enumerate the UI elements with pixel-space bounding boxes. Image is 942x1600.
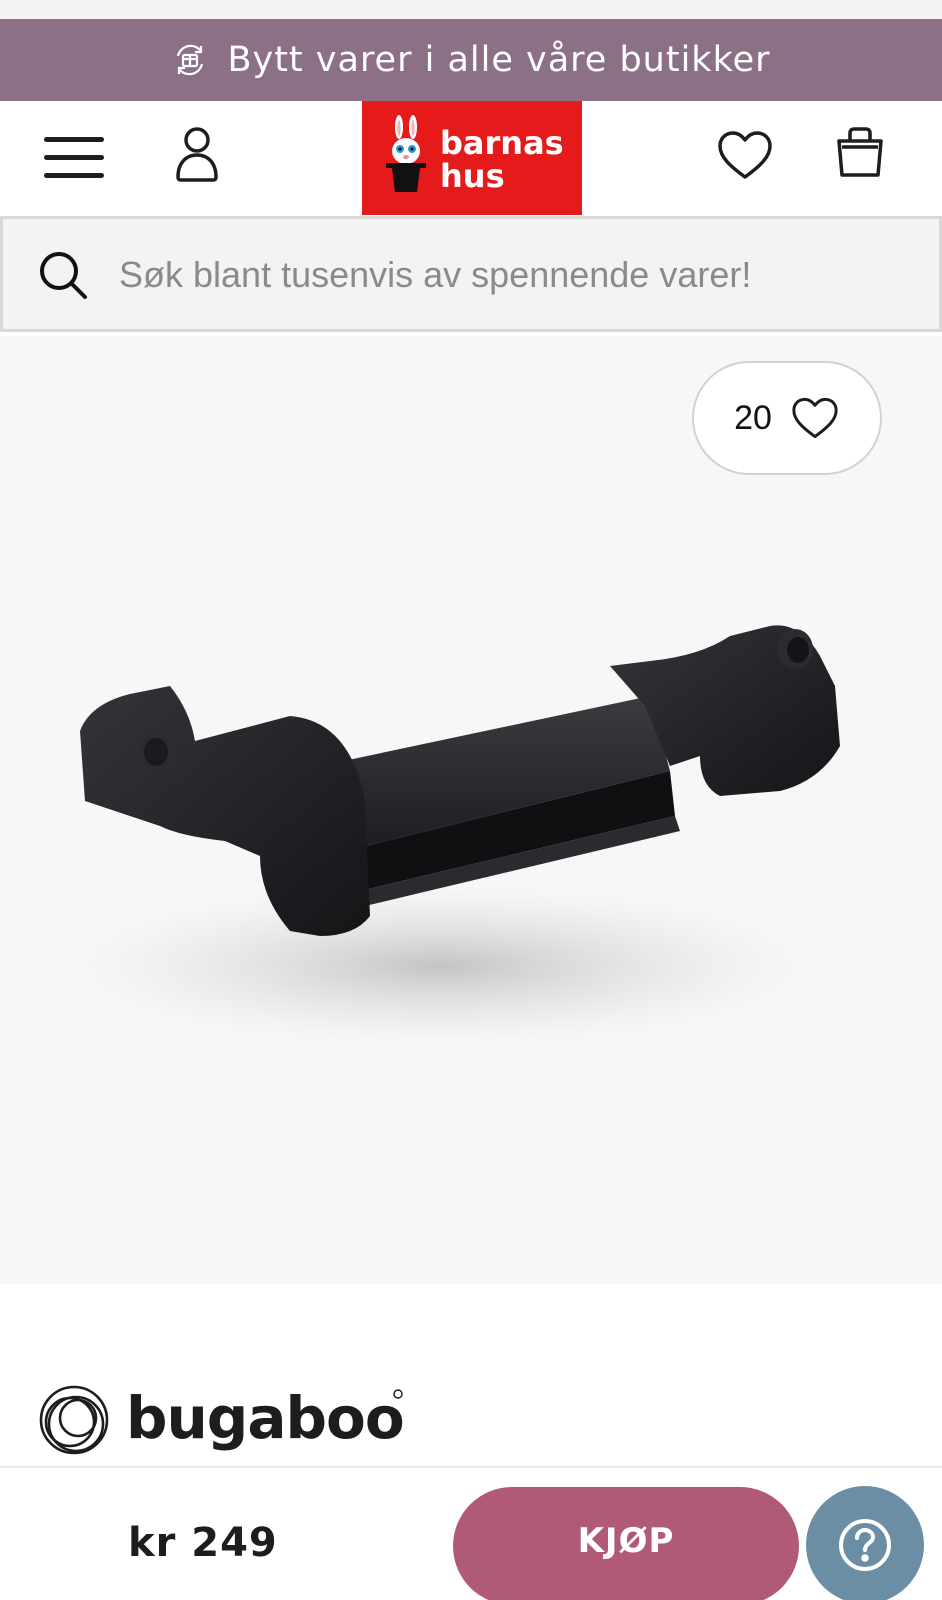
user-icon	[176, 127, 218, 182]
product-price: kr 249	[128, 1520, 278, 1566]
brand-logo[interactable]: bugaboo	[38, 1384, 408, 1460]
logo-text-line1: barnas	[440, 124, 564, 162]
brand-name: bugaboo	[126, 1384, 404, 1452]
like-button[interactable]: 20	[692, 361, 882, 475]
rabbit-logo-icon	[386, 115, 426, 192]
cart-button[interactable]	[834, 125, 886, 179]
promo-banner[interactable]: Bytt varer i alle våre butikker	[0, 19, 942, 101]
like-count: 20	[734, 398, 772, 437]
hamburger-menu-icon	[44, 137, 104, 178]
account-button[interactable]	[172, 125, 222, 183]
buy-button[interactable]: KJØP	[453, 1487, 799, 1600]
heart-outline-icon	[792, 397, 838, 439]
bugaboo-logo-icon: bugaboo	[39, 1384, 405, 1455]
exchange-icon	[171, 41, 209, 79]
product-photo	[70, 625, 840, 1046]
help-button[interactable]	[806, 1486, 924, 1600]
question-mark-icon	[839, 1519, 891, 1571]
promo-text: Bytt varer i alle våre butikker	[227, 40, 771, 80]
logo-text: barnas hus	[440, 127, 564, 193]
search-input[interactable]	[119, 243, 919, 307]
site-header: barnas hus	[0, 101, 942, 215]
product-image[interactable]	[0, 336, 942, 1284]
wishlist-button[interactable]	[716, 129, 774, 181]
status-area	[0, 0, 942, 19]
barnas-hus-logo[interactable]: barnas hus	[362, 101, 582, 215]
logo-text-line2: hus	[440, 157, 505, 195]
search-bar	[0, 216, 942, 332]
search-icon[interactable]	[37, 249, 89, 301]
shopping-bag-icon	[837, 127, 883, 177]
menu-button[interactable]	[42, 135, 106, 181]
heart-icon	[718, 131, 772, 179]
